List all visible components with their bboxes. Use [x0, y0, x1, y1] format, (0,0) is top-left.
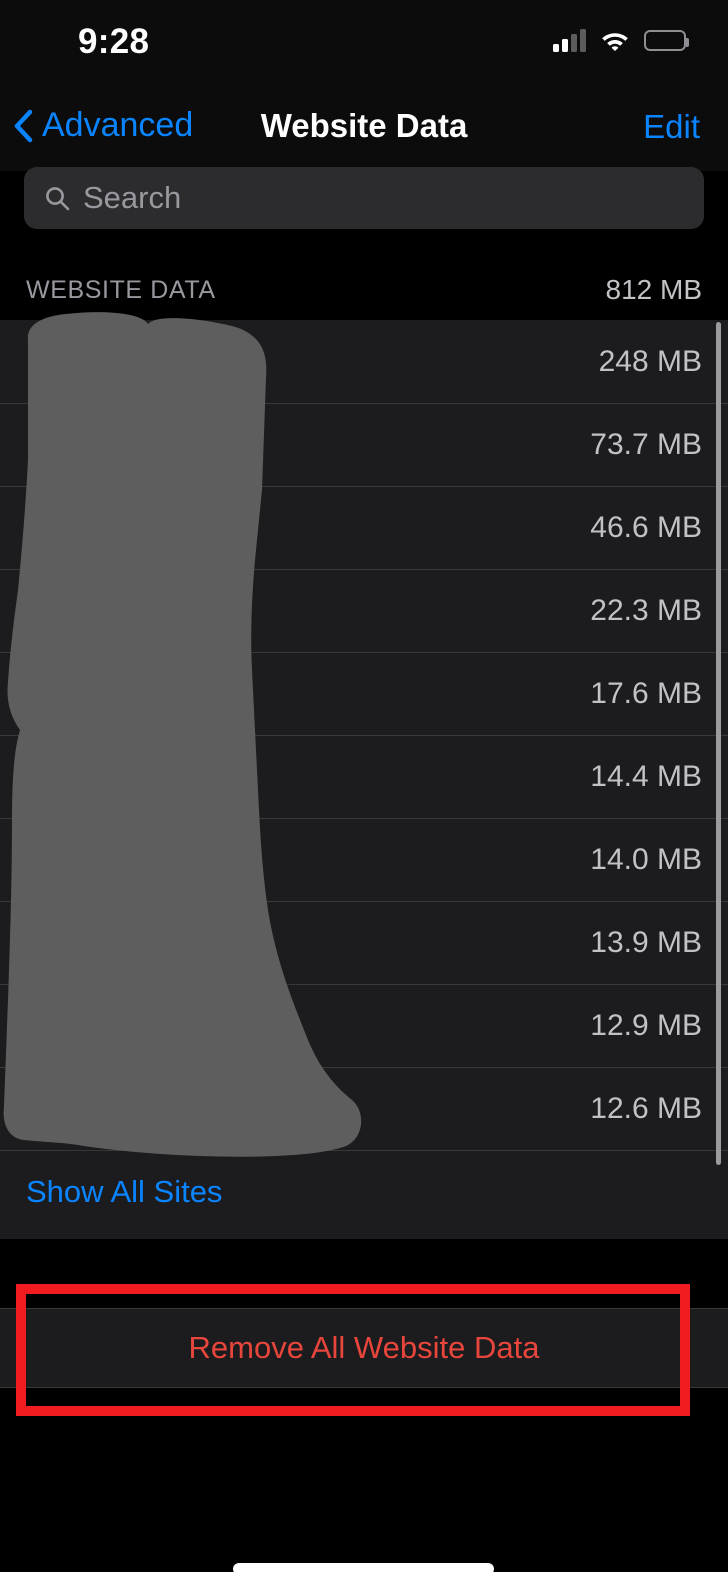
site-size: 14.4 MB: [590, 759, 702, 793]
iphone-screen: 9:28 Advanced Website Data Edit Search W…: [0, 0, 728, 1572]
cellular-signal-icon: [553, 28, 586, 52]
battery-icon: [644, 29, 689, 51]
remove-all-website-data-label: Remove All Website Data: [188, 1330, 540, 1365]
page-title: Website Data: [260, 107, 468, 144]
show-all-sites-label: Show All Sites: [26, 1173, 223, 1209]
status-bar: 9:28: [0, 0, 728, 86]
site-size: 17.6 MB: [590, 676, 702, 710]
site-size: 73.7 MB: [590, 427, 702, 461]
search-input[interactable]: [83, 180, 704, 216]
site-size: 13.9 MB: [590, 925, 702, 959]
remove-all-website-data-button[interactable]: Remove All Website Data: [0, 1308, 728, 1388]
site-size: 22.3 MB: [590, 593, 702, 627]
scrollbar[interactable]: [716, 322, 721, 1165]
section-total-size: 812 MB: [605, 274, 703, 305]
edit-button[interactable]: Edit: [643, 108, 700, 146]
site-size: 46.6 MB: [590, 510, 702, 544]
site-size: 12.9 MB: [590, 1008, 702, 1042]
navigation-bar: Advanced Website Data Edit: [0, 86, 728, 171]
home-indicator: [233, 1563, 494, 1572]
site-size: 248 MB: [598, 344, 702, 378]
wifi-icon: [602, 33, 628, 51]
status-time: 9:28: [78, 22, 150, 61]
site-size: 12.6 MB: [590, 1091, 702, 1125]
redaction-mask: [3, 312, 362, 1157]
search-field[interactable]: [24, 167, 704, 229]
site-size: 14.0 MB: [590, 842, 702, 876]
search-icon: [46, 186, 70, 210]
status-icons: [553, 28, 689, 52]
